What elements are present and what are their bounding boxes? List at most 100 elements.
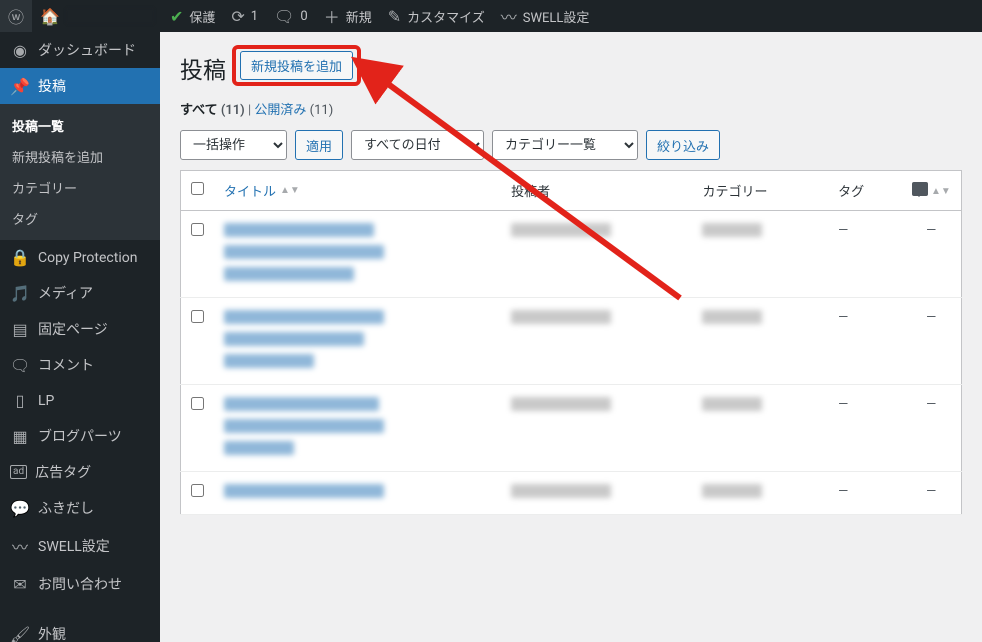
menu-contact[interactable]: ✉ お問い合わせ [0,566,160,602]
new-content[interactable]: ＋ 新規 [316,0,380,32]
cell-category [692,211,828,298]
table-row: — — [181,385,962,472]
cell-category [692,472,828,515]
menu-copy-protection[interactable]: 🔒 Copy Protection [0,240,160,275]
add-new-button[interactable]: 新規投稿を追加 [240,51,353,80]
wp-logo[interactable]: ⓦ [0,0,32,32]
lock-icon: 🔒 [10,248,30,267]
filter-published[interactable]: 公開済み (11) [254,103,333,118]
cell-comments: — [902,385,962,472]
menu-label: Copy Protection [38,250,137,266]
bulk-action-select[interactable]: 一括操作 [180,130,287,160]
comments-count: 0 [300,9,307,24]
swell-link[interactable]: 〰 SWELL設定 [493,0,598,32]
menu-balloon[interactable]: 💬 ふきだし [0,490,160,526]
filter-all[interactable]: すべて (11) [180,103,245,118]
page-heading: 投稿 新規投稿を追加 [180,42,962,89]
submenu-all-posts[interactable]: 投稿一覧 [0,110,160,141]
customize-link[interactable]: ✎ カスタマイズ [380,0,493,32]
protect-label: 保護 [189,7,215,26]
category-filter-select[interactable]: カテゴリー一覧 [492,130,638,160]
cell-tag: — [828,298,901,385]
menu-comments[interactable]: 🗨 コメント [0,347,160,383]
menu-label: コメント [38,355,94,375]
pin-icon: 📌 [10,77,30,96]
menu-label: 固定ページ [38,319,108,339]
submenu-categories[interactable]: カテゴリー [0,172,160,203]
menu-label: メディア [38,283,93,303]
refresh-icon: ⟳ [231,7,244,26]
cell-category [692,385,828,472]
swell-icon: 〰 [501,4,517,28]
filter-button[interactable]: 絞り込み [646,130,720,160]
updates-link[interactable]: ⟳1 [223,0,266,32]
row-checkbox[interactable] [191,397,204,410]
col-comments[interactable]: ▲▼ [902,171,962,211]
menu-ad-tag[interactable]: ad広告タグ [0,454,160,490]
mail-icon: ✉ [10,575,30,594]
sort-icon: ▲▼ [280,188,300,194]
filter-separator: | [248,103,251,118]
new-label: 新規 [346,7,372,26]
comments-link[interactable]: 🗨0 [266,0,316,32]
dashboard-icon: ◉ [10,41,30,60]
site-home[interactable]: 🏠 [32,0,162,32]
cell-title[interactable] [214,211,501,298]
menu-appearance[interactable]: 🖌外観 [0,616,160,642]
submenu-tags[interactable]: タグ [0,203,160,234]
submenu-new-post[interactable]: 新規投稿を追加 [0,141,160,172]
comments-icon [912,182,928,196]
menu-swell[interactable]: 〰 SWELL設定 [0,526,160,566]
plus-icon: ＋ [324,4,340,28]
page-icon: ▤ [10,320,30,339]
sort-icon: ▲▼ [931,189,951,195]
cell-author [501,298,692,385]
table-row: — — [181,298,962,385]
posts-table: タイトル▲▼ 投稿者 カテゴリー タグ ▲▼ — — — [180,170,962,515]
apply-button[interactable]: 適用 [295,130,343,160]
swell-setting-icon: 〰 [10,534,30,558]
appearance-icon: 🖌 [10,625,30,642]
cell-title[interactable] [214,298,501,385]
menu-posts[interactable]: 📌 投稿 [0,68,160,104]
menu-label: お問い合わせ [38,574,122,594]
row-checkbox[interactable] [191,310,204,323]
admin-toolbar: ⓦ 🏠 ✔保護 ⟳1 🗨0 ＋新規 ✎カスタマイズ 〰SWELL設定 [0,0,982,32]
cell-title[interactable] [214,472,501,515]
row-checkbox[interactable] [191,484,204,497]
row-checkbox[interactable] [191,223,204,236]
col-tag: タグ [828,171,901,211]
cell-comments: — [902,472,962,515]
menu-label: ふきだし [38,498,94,518]
comments-icon: 🗨 [10,356,30,375]
home-icon: 🏠 [40,7,60,26]
col-checkbox [181,171,215,211]
menu-dashboard[interactable]: ◉ダッシュボード [0,32,160,68]
table-row: — — [181,472,962,515]
menu-blog-parts[interactable]: ▦ブログパーツ [0,418,160,454]
swell-label: SWELL設定 [523,7,590,26]
site-name-blurred [66,8,154,24]
updates-count: 1 [251,9,258,24]
menu-label: SWELL設定 [38,536,110,556]
select-all-checkbox[interactable] [191,182,204,195]
col-author: 投稿者 [501,171,692,211]
customize-label: カスタマイズ [407,7,485,26]
menu-media[interactable]: 🎵メディア [0,275,160,311]
cell-title[interactable] [214,385,501,472]
speech-icon: 💬 [10,499,30,518]
col-title[interactable]: タイトル▲▼ [214,171,501,211]
menu-lp[interactable]: ▯LP [0,383,160,418]
brush-icon: ✎ [388,7,401,26]
menu-pages[interactable]: ▤ 固定ページ [0,311,160,347]
tablenav-top: 一括操作 適用 すべての日付 カテゴリー一覧 絞り込み [180,130,962,160]
shield-icon: ✔ [170,7,183,26]
date-filter-select[interactable]: すべての日付 [351,130,484,160]
cell-author [501,472,692,515]
cell-comments: — [902,211,962,298]
document-icon: ▯ [10,391,30,410]
cell-tag: — [828,211,901,298]
protect-link[interactable]: ✔ 保護 [162,0,223,32]
menu-label: 投稿 [38,76,66,96]
status-filters: すべて (11) | 公開済み (11) [180,99,962,118]
